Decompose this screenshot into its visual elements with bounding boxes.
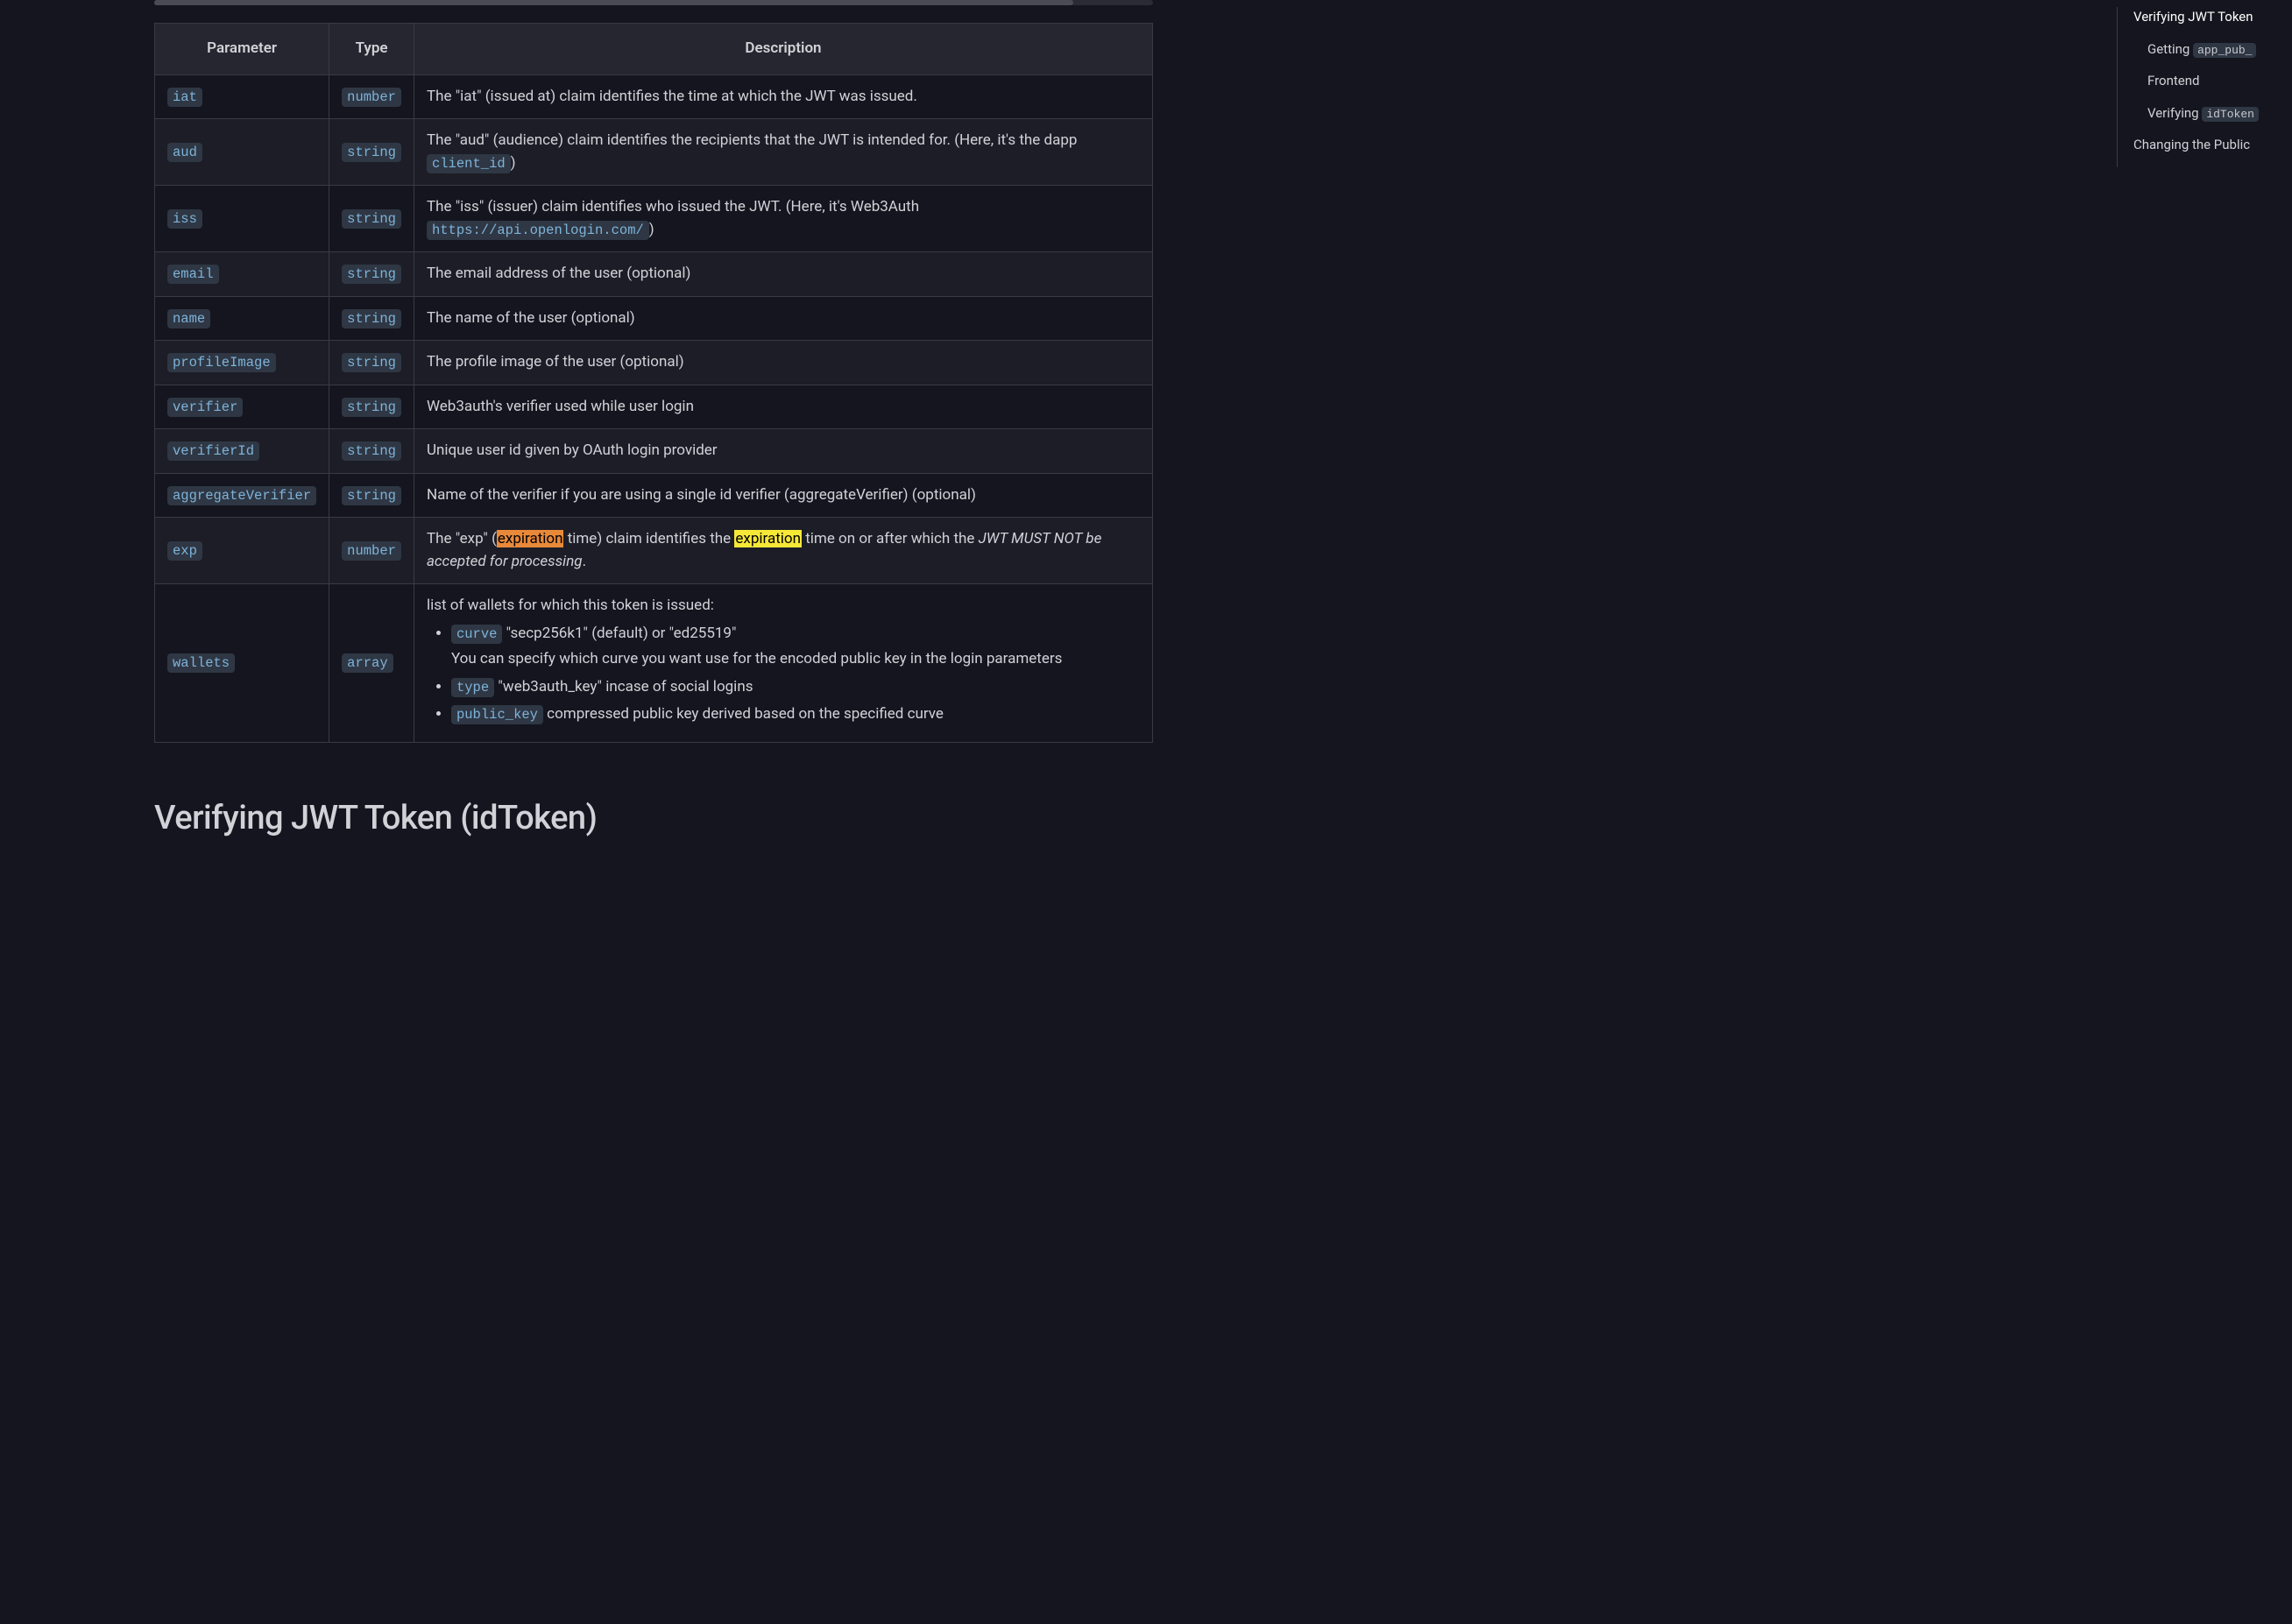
header-parameter: Parameter [155, 24, 329, 75]
table-row: name string The name of the user (option… [155, 296, 1153, 341]
toc-item-frontend[interactable]: Frontend [2147, 71, 2292, 91]
param-code: iat [167, 88, 202, 107]
table-row: iss string The "iss" (issuer) claim iden… [155, 186, 1153, 252]
description-cell: The "iss" (issuer) claim identifies who … [414, 186, 1152, 252]
type-code: string [342, 209, 401, 229]
horizontal-scrollbar[interactable] [154, 0, 1153, 5]
type-code: string [342, 265, 401, 284]
table-row: iat number The "iat" (issued at) claim i… [155, 74, 1153, 119]
toc-item-verifying-idtoken[interactable]: Verifying idToken [2147, 103, 2292, 124]
toc-text: Verifying [2147, 105, 2202, 121]
table-of-contents: Verifying JWT Token Getting app_pub_ Fro… [2117, 7, 2292, 167]
list-text: "secp256k1" (default) or "ed25519" [502, 625, 736, 642]
table-row: verifier string Web3auth's verifier used… [155, 385, 1153, 429]
toc-item-changing-public[interactable]: Changing the Public [2133, 135, 2292, 155]
type-code: string [342, 309, 401, 328]
param-code: profileImage [167, 353, 276, 372]
inline-code: client_id [427, 154, 511, 173]
param-code: verifierId [167, 441, 259, 461]
description-cell: The name of the user (optional) [414, 296, 1152, 341]
type-code: number [342, 541, 401, 561]
table-row: exp number The "exp" (expiration time) c… [155, 518, 1153, 584]
description-cell: Web3auth's verifier used while user logi… [414, 385, 1152, 429]
param-code: wallets [167, 653, 235, 673]
inline-code: https://api.openlogin.com/ [427, 221, 649, 240]
section-heading: Verifying JWT Token (idToken) [154, 794, 1153, 844]
desc-text: The "exp" ( [427, 530, 497, 547]
inline-code: curve [451, 625, 503, 644]
table-row: verifierId string Unique user id given b… [155, 429, 1153, 474]
type-code: string [342, 398, 401, 417]
description-cell: The "aud" (audience) claim identifies th… [414, 119, 1152, 186]
description-cell: Name of the verifier if you are using a … [414, 473, 1152, 518]
desc-text: The "iss" (issuer) claim identifies who … [427, 198, 919, 215]
param-code: exp [167, 541, 202, 561]
table-row: email string The email address of the us… [155, 252, 1153, 297]
parameters-table: Parameter Type Description iat number Th… [154, 23, 1153, 743]
table-row: aud string The "aud" (audience) claim id… [155, 119, 1153, 186]
list-text: "web3auth_key" incase of social logins [494, 678, 753, 695]
param-code: aud [167, 143, 202, 162]
param-code: email [167, 265, 219, 284]
description-cell: list of wallets for which this token is … [414, 584, 1152, 743]
param-code: iss [167, 209, 202, 229]
toc-code: app_pub_ [2193, 43, 2256, 58]
wallets-intro: list of wallets for which this token is … [427, 595, 1140, 618]
toc-item-getting-app-pub[interactable]: Getting app_pub_ [2147, 39, 2292, 60]
desc-text: The "aud" (audience) claim identifies th… [427, 131, 1077, 149]
type-code: string [342, 353, 401, 372]
scrollbar-thumb[interactable] [154, 0, 1073, 5]
highlight-orange: expiration [497, 530, 564, 547]
type-code: number [342, 88, 401, 107]
type-code: string [342, 441, 401, 461]
list-item: curve "secp256k1" (default) or "ed25519"… [451, 623, 1140, 671]
list-subnote: You can specify which curve you want use… [451, 648, 1140, 671]
param-code: name [167, 309, 210, 328]
description-cell: Unique user id given by OAuth login prov… [414, 429, 1152, 474]
type-code: string [342, 486, 401, 505]
table-row: aggregateVerifier string Name of the ver… [155, 473, 1153, 518]
table-row: wallets array list of wallets for which … [155, 584, 1153, 743]
toc-item-verifying-jwt[interactable]: Verifying JWT Token [2133, 7, 2292, 27]
inline-code: type [451, 678, 494, 697]
table-row: profileImage string The profile image of… [155, 341, 1153, 385]
type-code: string [342, 143, 401, 162]
wallets-list: curve "secp256k1" (default) or "ed25519"… [451, 623, 1140, 726]
toc-code: idToken [2202, 107, 2259, 122]
desc-text: . [583, 553, 586, 570]
description-cell: The "iat" (issued at) claim identifies t… [414, 74, 1152, 119]
desc-text: ) [511, 154, 516, 172]
desc-text: time on or after which the [802, 530, 979, 547]
toc-text: Getting [2147, 41, 2193, 57]
type-code: array [342, 653, 393, 673]
description-cell: The "exp" (expiration time) claim identi… [414, 518, 1152, 584]
param-code: aggregateVerifier [167, 486, 316, 505]
desc-text: time) claim identifies the [563, 530, 734, 547]
list-text: compressed public key derived based on t… [543, 705, 944, 723]
table-header-row: Parameter Type Description [155, 24, 1153, 75]
list-item: type "web3auth_key" incase of social log… [451, 676, 1140, 699]
desc-text: ) [649, 221, 654, 238]
highlight-yellow: expiration [734, 530, 802, 547]
param-code: verifier [167, 398, 243, 417]
header-description: Description [414, 24, 1152, 75]
description-cell: The email address of the user (optional) [414, 252, 1152, 297]
header-type: Type [329, 24, 414, 75]
description-cell: The profile image of the user (optional) [414, 341, 1152, 385]
list-item: public_key compressed public key derived… [451, 703, 1140, 726]
inline-code: public_key [451, 705, 543, 724]
